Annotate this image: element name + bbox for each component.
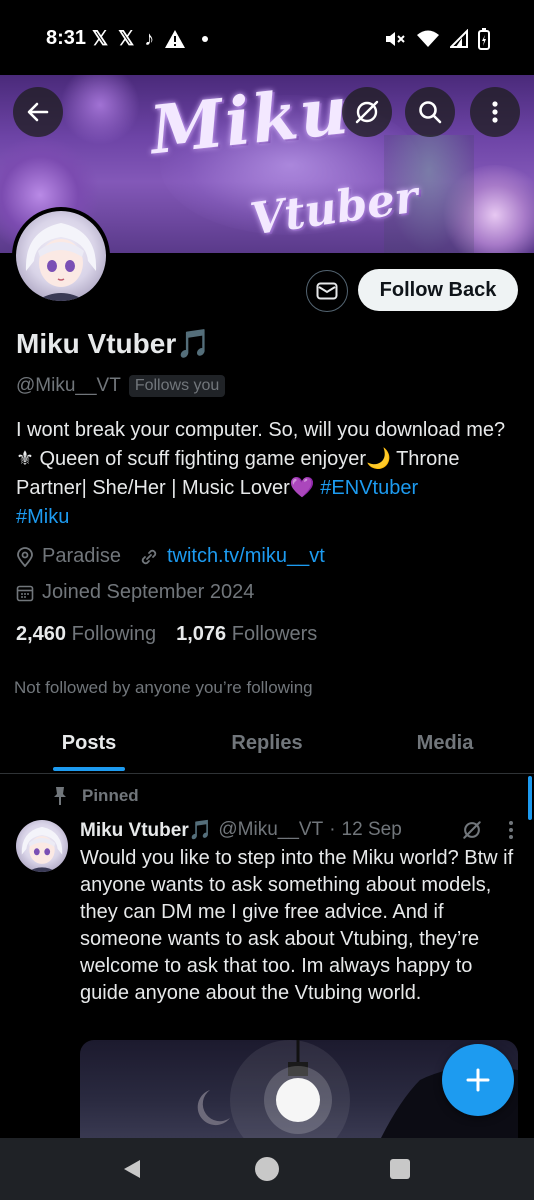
grok-icon[interactable] [460, 818, 484, 842]
calendar-icon [16, 585, 34, 601]
search-icon [419, 101, 442, 124]
post-more-icon[interactable] [508, 820, 514, 840]
grok-icon [355, 100, 379, 124]
status-time: 8:31 [46, 27, 87, 49]
arrow-left-icon [27, 102, 49, 122]
post-text: Would you like to step into the Miku wor… [80, 847, 514, 1004]
system-icons [384, 28, 490, 50]
nav-recents-icon[interactable] [389, 1158, 411, 1180]
system-navigation-bar [0, 1138, 534, 1200]
follows-you-badge: Follows you [128, 375, 226, 397]
profile-location: Paradise [42, 545, 121, 567]
x-app-icon: 𝕏 [92, 28, 109, 50]
anime-avatar-icon [21, 826, 63, 872]
nav-home-icon[interactable] [254, 1156, 280, 1182]
orchid-decoration [60, 75, 140, 145]
tab-media[interactable]: Media [356, 716, 534, 773]
search-button[interactable] [405, 87, 455, 137]
more-vertical-icon [492, 101, 498, 123]
followers-label: Followers [231, 623, 318, 645]
x-app-icon: 𝕏 [118, 28, 135, 50]
following-label: Following [71, 623, 157, 645]
location-website-row: Paradise twitch.tv/miku__vt [16, 545, 325, 568]
grok-button[interactable] [342, 87, 392, 137]
dot-icon [202, 36, 209, 42]
mutual-followers-note: Not followed by anyone you’re following [14, 678, 313, 697]
plus-icon [466, 1068, 490, 1092]
profile-tabs: Posts Replies Media [0, 716, 534, 774]
more-options-button[interactable] [470, 87, 520, 137]
nav-back-icon[interactable] [120, 1157, 144, 1181]
profile-name: Miku Vtuber🎵 [16, 328, 212, 359]
followers-count: 1,076 [176, 623, 227, 645]
back-button[interactable] [13, 87, 63, 137]
battery-icon [478, 28, 490, 50]
pinned-label-row: Pinned [52, 786, 139, 806]
pin-icon [54, 787, 66, 805]
post-date: 12 Sep [341, 819, 402, 840]
mute-icon [386, 32, 405, 46]
location-pin-icon [17, 546, 33, 567]
tiktok-icon: ♪ [144, 28, 155, 50]
joined-row: Joined September 2024 [16, 581, 254, 604]
signal-icon [450, 29, 468, 48]
tab-replies[interactable]: Replies [178, 716, 356, 773]
hashtag-link[interactable]: #ENVtuber [320, 477, 418, 499]
notification-icons: 𝕏 𝕏 ♪ [92, 27, 209, 51]
post-author-avatar[interactable] [16, 820, 68, 872]
anime-avatar-icon [25, 223, 97, 301]
post-author-handle: @Miku__VT [218, 819, 324, 840]
avatar-image [16, 211, 106, 301]
followers-count-link[interactable]: 1,076 Followers [176, 623, 317, 646]
post-author-name[interactable]: Miku Vtuber🎵 [80, 818, 212, 842]
post-header: Miku Vtuber🎵 @Miku__VT · 12 Sep [80, 818, 520, 842]
wifi-icon [417, 30, 439, 47]
profile-joined-date: Joined September 2024 [42, 581, 255, 603]
profile-bio: I wont break your computer. So, will you… [16, 416, 521, 532]
profile-avatar[interactable] [12, 207, 110, 305]
compose-post-button[interactable] [442, 1044, 514, 1116]
post-separator: · [329, 819, 336, 840]
following-count-link[interactable]: 2,460 Following [16, 623, 156, 646]
pinned-label: Pinned [82, 786, 139, 805]
hashtag-link[interactable]: #Miku [16, 506, 69, 528]
profile-website-link[interactable]: twitch.tv/miku__vt [167, 545, 325, 568]
active-tab-indicator [53, 767, 125, 771]
message-button[interactable] [306, 270, 348, 312]
tab-posts[interactable]: Posts [0, 716, 178, 773]
follow-back-button[interactable]: Follow Back [358, 269, 518, 311]
follow-counts: 2,460 Following 1,076 Followers [16, 623, 317, 646]
scrollbar[interactable] [528, 776, 532, 820]
link-icon [141, 549, 157, 564]
profile-handle: @Miku__VT [16, 375, 121, 396]
status-bar: 8:31 𝕏 𝕏 ♪ [0, 0, 534, 75]
bio-text: I wont break your computer. So, will you… [16, 419, 506, 499]
following-count: 2,460 [16, 623, 67, 645]
warning-icon [165, 30, 186, 48]
handle-row: @Miku__VT Follows you [16, 375, 226, 397]
envelope-icon [316, 282, 338, 300]
